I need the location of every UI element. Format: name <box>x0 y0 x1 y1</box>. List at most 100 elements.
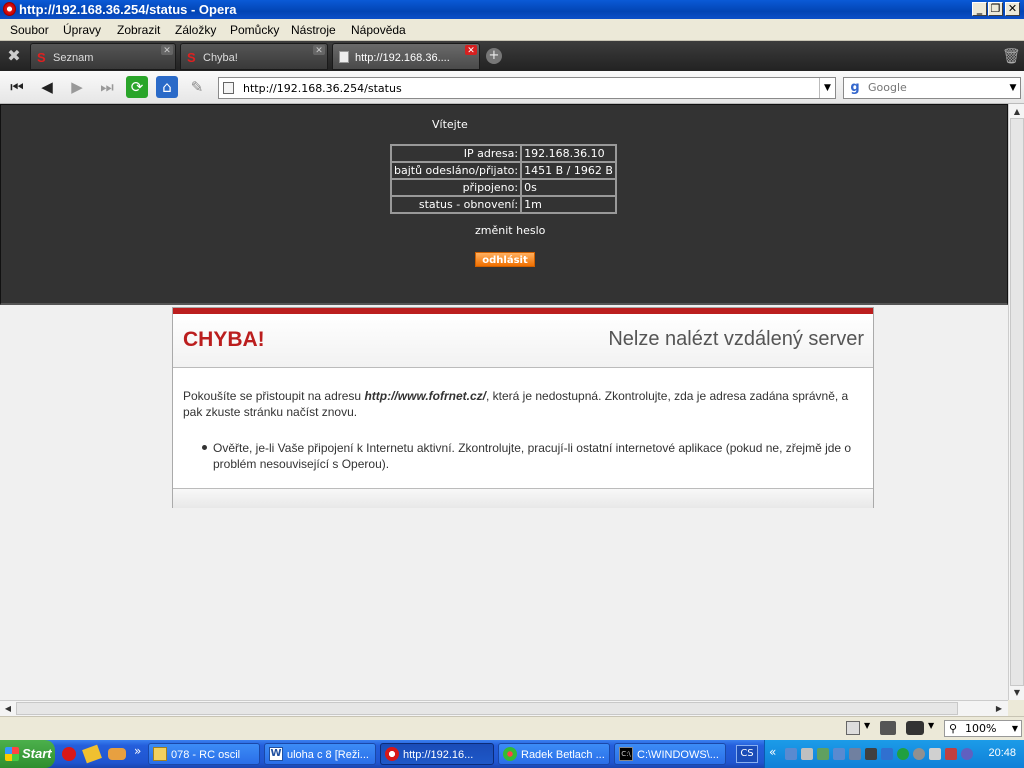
scroll-up-icon[interactable]: ▲ <box>1010 107 1024 116</box>
taskbar-button-label: uloha c 8 [Reži... <box>287 749 369 761</box>
opera-icon <box>385 747 399 761</box>
zoom-select[interactable]: ⚲ 100% ▼ <box>944 720 1022 737</box>
taskbar-button-opera[interactable]: http://192.16... <box>380 743 494 765</box>
disc-icon[interactable] <box>913 748 925 760</box>
table-row: IP adresa: 192.168.36.10 <box>391 145 616 162</box>
taskbar-button-folder[interactable]: 078 - RC oscil <box>148 743 260 765</box>
forward-icon[interactable]: ▶ <box>66 76 88 98</box>
scroll-left-icon[interactable]: ◀ <box>1 704 15 713</box>
search-input[interactable] <box>868 81 998 94</box>
usb-icon[interactable] <box>817 748 829 760</box>
back-icon[interactable]: ◀ <box>36 76 58 98</box>
logout-button[interactable]: odhlásit <box>475 252 535 267</box>
network-icon[interactable] <box>833 748 845 760</box>
tab-chyba[interactable]: S Chyba! ✕ <box>180 43 328 70</box>
language-indicator[interactable]: CS <box>736 745 758 763</box>
start-button[interactable]: Start <box>0 740 55 768</box>
trash-icon[interactable]: 🗑 <box>1002 46 1021 66</box>
search-box[interactable]: g ▼ <box>843 77 1021 99</box>
edit-icon[interactable]: ✎ <box>186 76 208 98</box>
fast-forward-icon[interactable]: ⏭ <box>96 76 118 98</box>
chevron-down-icon[interactable]: ▼ <box>864 721 870 730</box>
chevron-down-icon[interactable]: ▼ <box>928 721 934 730</box>
menu-nastroje[interactable]: Nástroje <box>291 23 336 37</box>
taskbar-button-icq[interactable]: Radek Betlach ... <box>498 743 610 765</box>
chevron-down-icon[interactable]: ▼ <box>1006 78 1020 98</box>
rewind-icon[interactable]: ⏮ <box>6 76 28 98</box>
messenger-quicklaunch-icon[interactable] <box>108 748 126 760</box>
window-title: http://192.168.36.254/status - Opera <box>19 2 237 17</box>
horizontal-scrollbar[interactable]: ◀ ▶ <box>0 700 1008 716</box>
menu-upravy[interactable]: Úpravy <box>63 23 101 37</box>
error-url: http://www.fofrnet.cz/ <box>364 389 486 403</box>
horizontal-scroll-thumb[interactable] <box>16 702 958 715</box>
tab-close-icon[interactable]: ✕ <box>161 45 173 55</box>
status-panel: Vítejte IP adresa: 192.168.36.10 bajtů od… <box>0 104 1008 305</box>
error-title: CHYBA! <box>183 328 265 351</box>
window-title-bar[interactable]: http://192.168.36.254/status - Opera _ ❐… <box>0 0 1024 19</box>
tab-label: http://192.168.36.... <box>355 52 450 64</box>
icq-icon <box>503 747 517 761</box>
page-favicon-icon <box>339 51 349 63</box>
taskbar-button-console[interactable]: C:\ C:\WINDOWS\... <box>614 743 726 765</box>
tools-icon[interactable]: ✖ <box>4 47 24 65</box>
minimize-button[interactable]: _ <box>972 2 987 16</box>
error-header: CHYBA! Nelze nalézt vzdálený server <box>173 314 873 368</box>
menu-zobrazit[interactable]: Zobrazit <box>117 23 160 37</box>
panel-icon[interactable] <box>846 721 860 735</box>
camera-icon[interactable] <box>906 721 924 735</box>
close-window-button[interactable]: ✕ <box>1005 2 1020 16</box>
scroll-down-icon[interactable]: ▼ <box>1010 688 1024 697</box>
vertical-scroll-thumb[interactable] <box>1010 118 1024 686</box>
tray-expand-icon[interactable]: « <box>769 745 776 759</box>
home-icon[interactable]: ⌂ <box>156 76 178 98</box>
sync-icon[interactable] <box>897 748 909 760</box>
vertical-scrollbar[interactable]: ▲ ▼ <box>1008 104 1024 700</box>
menu-pomucky[interactable]: Pomůcky <box>230 23 279 37</box>
turbo-icon[interactable] <box>880 721 896 735</box>
word-icon: W <box>269 747 283 761</box>
address-input[interactable]: http://192.168.36.254/status <box>243 82 402 95</box>
drive-icon[interactable] <box>929 748 941 760</box>
tab-status[interactable]: http://192.168.36.... ✕ <box>332 43 480 70</box>
reload-icon[interactable]: ⟳ <box>126 76 148 98</box>
tab-seznam[interactable]: S Seznam ✕ <box>30 43 176 70</box>
seznam-favicon-icon: S <box>187 50 196 65</box>
taskbar-button-label: Radek Betlach ... <box>521 749 605 761</box>
clock[interactable]: 20:48 <box>988 747 1016 759</box>
maximize-button[interactable]: ❐ <box>988 2 1003 16</box>
media-icon[interactable] <box>945 748 957 760</box>
error-hint: Ověřte, je-li Vaše připojení k Internetu… <box>213 441 852 471</box>
display-icon[interactable] <box>849 748 861 760</box>
tab-bar: ✖ S Seznam ✕ S Chyba! ✕ http://192.168.3… <box>0 41 1024 71</box>
menu-soubor[interactable]: Soubor <box>10 23 49 37</box>
quicklaunch-more-icon[interactable]: » <box>134 744 141 758</box>
table-key: status - obnovení: <box>391 196 522 213</box>
folder-icon <box>153 747 167 761</box>
address-bar[interactable]: http://192.168.36.254/status ▼ <box>218 77 836 99</box>
table-key: IP adresa: <box>391 145 522 162</box>
table-value: 0s <box>521 179 616 196</box>
table-row: status - obnovení: 1m <box>391 196 616 213</box>
pencil-quicklaunch-icon[interactable] <box>82 744 102 764</box>
shield-icon[interactable] <box>881 748 893 760</box>
change-password-link[interactable]: změnit heslo <box>475 224 545 237</box>
opera-quicklaunch-icon[interactable] <box>62 747 76 761</box>
table-key: připojeno: <box>391 179 522 196</box>
error-message: Pokoušíte se přistoupit na adresu http:/… <box>183 388 863 420</box>
tab-label: Chyba! <box>203 52 238 64</box>
chevron-down-icon[interactable]: ▼ <box>819 78 835 98</box>
network-icon[interactable] <box>785 748 797 760</box>
menu-zalozky[interactable]: Záložky <box>175 23 216 37</box>
device-icon[interactable] <box>801 748 813 760</box>
new-tab-icon[interactable]: + <box>486 48 502 64</box>
taskbar-button-label: http://192.16... <box>403 749 474 761</box>
tab-close-icon[interactable]: ✕ <box>313 45 325 55</box>
tab-close-icon[interactable]: ✕ <box>465 45 477 55</box>
table-value: 1451 B / 1962 B <box>521 162 616 179</box>
speaker-icon[interactable] <box>865 748 877 760</box>
taskbar-button-word[interactable]: W uloha c 8 [Reži... <box>264 743 376 765</box>
scroll-right-icon[interactable]: ▶ <box>992 704 1006 713</box>
update-icon[interactable] <box>961 748 973 760</box>
menu-napoveda[interactable]: Nápověda <box>351 23 406 37</box>
